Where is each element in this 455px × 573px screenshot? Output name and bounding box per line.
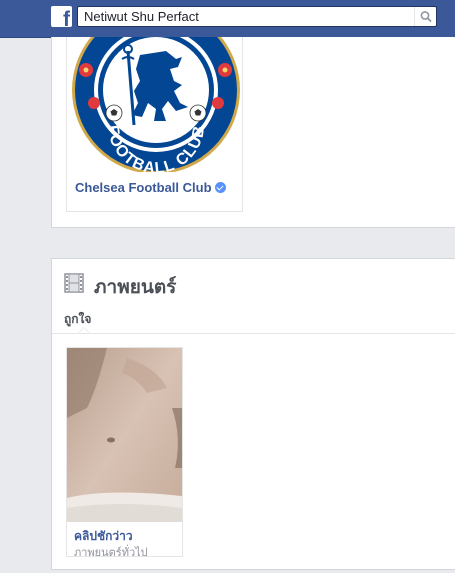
movie-category: ภาพยนตร์ทั่วไป (74, 547, 148, 559)
page-name-text[interactable]: Chelsea Football Club (75, 180, 212, 195)
facebook-logo-icon[interactable]: f (51, 6, 72, 31)
section-header: ภาพยนตร์ ถูกใจ (52, 259, 455, 334)
top-navigation-bar: f (0, 0, 455, 38)
search-input[interactable] (78, 7, 413, 26)
tab-active-indicator (78, 327, 90, 333)
search-icon (420, 11, 432, 22)
movie-thumbnail[interactable] (67, 348, 182, 522)
movie-tile[interactable]: คลิปชักว่าว ภาพยนตร์ทั่วไป (66, 347, 183, 559)
section-title[interactable]: ภาพยนตร์ (94, 272, 176, 302)
liked-pages-card: FOOTBALL CLUB Chelsea Football Club (51, 37, 455, 228)
verified-badge-icon (214, 182, 226, 193)
page-logo[interactable]: FOOTBALL CLUB (70, 37, 240, 172)
logo-letter: f (63, 8, 70, 31)
movie-thumbnail-image (67, 348, 182, 522)
search-box (77, 6, 437, 27)
search-button[interactable] (414, 7, 436, 26)
page-tile-chelsea[interactable]: FOOTBALL CLUB Chelsea Football Club (66, 37, 243, 212)
chelsea-crest-icon: FOOTBALL CLUB (72, 37, 240, 172)
page-name-link[interactable]: Chelsea Football Club (75, 180, 226, 195)
film-strip-icon (64, 273, 84, 293)
movies-section-card: ภาพยนตร์ ถูกใจ คลิปชักว่าว ภาพยนตร์ทั่วไ… (51, 258, 455, 570)
